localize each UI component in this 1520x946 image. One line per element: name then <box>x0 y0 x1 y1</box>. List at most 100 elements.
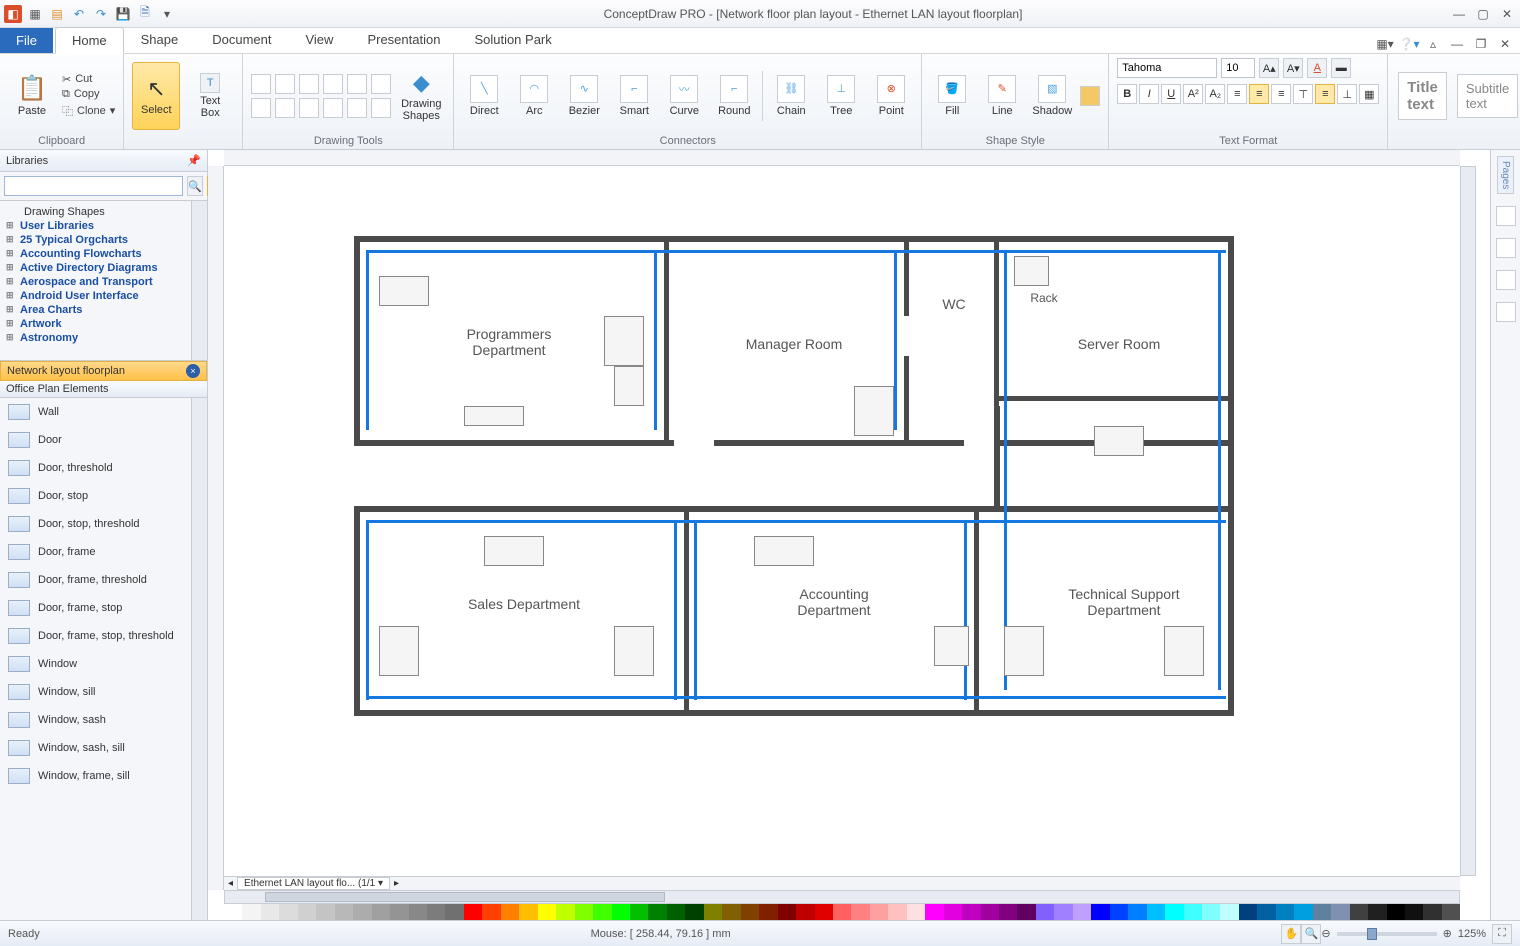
underline-button[interactable]: U <box>1161 84 1181 104</box>
palette-swatch[interactable] <box>372 904 390 920</box>
qat-open-icon[interactable]: ▤ <box>48 5 66 23</box>
room-label[interactable]: Sales Department <box>444 596 604 612</box>
dock-icon[interactable] <box>1496 302 1516 322</box>
palette-swatch[interactable] <box>298 904 316 920</box>
doc-close-icon[interactable]: ✕ <box>1496 35 1514 53</box>
dock-icon[interactable] <box>1496 206 1516 226</box>
stencil-item[interactable]: Door, frame, threshold <box>0 566 207 594</box>
style-title[interactable]: Title text <box>1398 72 1447 120</box>
zoom-level[interactable]: 125% <box>1458 928 1486 940</box>
palette-swatch[interactable] <box>1054 904 1072 920</box>
tree-scrollbar[interactable] <box>191 201 207 360</box>
drawing-shapes-button[interactable]: ◆Drawing Shapes <box>397 62 445 130</box>
palette-swatch[interactable] <box>501 904 519 920</box>
computer-icon[interactable] <box>754 536 814 566</box>
stencil-item[interactable]: Door, threshold <box>0 454 207 482</box>
computer-icon[interactable] <box>379 276 429 306</box>
align-left-button[interactable]: ≡ <box>1227 84 1247 104</box>
palette-swatch[interactable] <box>1294 904 1312 920</box>
connector-smart[interactable]: ⌐Smart <box>612 75 656 117</box>
computer-icon[interactable] <box>1094 426 1144 456</box>
qat-more-icon[interactable]: ▾ <box>158 5 176 23</box>
zoom-slider[interactable]: ⊖ ⊕ 125% ⛶ <box>1321 924 1512 944</box>
help-icon[interactable]: ❔▾ <box>1400 35 1418 53</box>
palette-swatch[interactable] <box>1017 904 1035 920</box>
fill-button[interactable]: 🪣Fill <box>930 75 974 117</box>
palette-swatch[interactable] <box>390 904 408 920</box>
search-icon[interactable]: 🔍 <box>187 176 203 196</box>
doc-maximize-icon[interactable]: ❐ <box>1472 35 1490 53</box>
line-button[interactable]: ✎Line <box>980 75 1024 117</box>
tree-item[interactable]: User Libraries <box>2 219 205 233</box>
palette-swatch[interactable] <box>427 904 445 920</box>
sheet-prev-icon[interactable]: ◂ <box>224 878 237 889</box>
palette-swatch[interactable] <box>1368 904 1386 920</box>
file-tab[interactable]: File <box>0 28 53 53</box>
vertical-ruler[interactable] <box>208 166 224 890</box>
align-right-button[interactable]: ≡ <box>1271 84 1291 104</box>
select-button[interactable]: ↖Select <box>132 62 180 130</box>
align-center-button[interactable]: ≡ <box>1249 84 1269 104</box>
palette-swatch[interactable] <box>409 904 427 920</box>
tab-view[interactable]: View <box>288 26 350 53</box>
computer-icon[interactable] <box>1004 626 1044 676</box>
highlight-icon[interactable]: ▬ <box>1331 58 1351 78</box>
font-family-select[interactable] <box>1117 58 1217 78</box>
printer-icon[interactable] <box>934 626 969 666</box>
stencil-item[interactable]: Door, stop <box>0 482 207 510</box>
pin-icon[interactable]: 📌 <box>187 154 201 167</box>
palette-swatch[interactable] <box>630 904 648 920</box>
palette-swatch[interactable] <box>538 904 556 920</box>
connector-round[interactable]: ⌐Round <box>712 75 756 117</box>
palette-swatch[interactable] <box>722 904 740 920</box>
palette-swatch[interactable] <box>1184 904 1202 920</box>
palette-swatch[interactable] <box>593 904 611 920</box>
computer-icon[interactable] <box>854 386 894 436</box>
palette-swatch[interactable] <box>1036 904 1054 920</box>
tab-home[interactable]: Home <box>55 27 124 54</box>
palette-swatch[interactable] <box>888 904 906 920</box>
maximize-button[interactable]: ▢ <box>1474 5 1492 23</box>
palette-swatch[interactable] <box>612 904 630 920</box>
minimize-button[interactable]: — <box>1450 5 1468 23</box>
connector-arc[interactable]: ◠Arc <box>512 75 556 117</box>
collapse-ribbon-icon[interactable]: ▵ <box>1424 35 1442 53</box>
increase-font-icon[interactable]: A▴ <box>1259 58 1279 78</box>
cut-button[interactable]: ✂Cut <box>62 73 115 86</box>
palette-swatch[interactable] <box>815 904 833 920</box>
palette-swatch[interactable] <box>1147 904 1165 920</box>
palette-swatch[interactable] <box>279 904 297 920</box>
zoom-in-icon[interactable]: ⊕ <box>1443 927 1452 940</box>
connector-tree[interactable]: ⊥Tree <box>819 75 863 117</box>
palette-swatch[interactable] <box>482 904 500 920</box>
room-label[interactable]: WC <box>934 296 974 312</box>
room-label[interactable]: Accounting Department <box>764 586 904 618</box>
room-label[interactable]: Programmers Department <box>434 326 584 358</box>
tree-item[interactable]: Area Charts <box>2 303 205 317</box>
pages-panel-tab[interactable]: Pages <box>1497 156 1514 194</box>
palette-swatch[interactable] <box>335 904 353 920</box>
stencil-item[interactable]: Window <box>0 650 207 678</box>
stencil-scrollbar[interactable] <box>191 398 207 920</box>
decrease-font-icon[interactable]: A▾ <box>1283 58 1303 78</box>
tab-shape[interactable]: Shape <box>124 26 196 53</box>
palette-swatch[interactable] <box>704 904 722 920</box>
palette-swatch[interactable] <box>962 904 980 920</box>
palette-swatch[interactable] <box>999 904 1017 920</box>
library-tab-active[interactable]: Network layout floorplan× <box>0 361 207 381</box>
tree-item[interactable]: Active Directory Diagrams <box>2 261 205 275</box>
connector-point[interactable]: ⊗Point <box>869 75 913 117</box>
connector-bezier[interactable]: ∿Bezier <box>562 75 606 117</box>
tree-item[interactable]: Aerospace and Transport <box>2 275 205 289</box>
computer-icon[interactable] <box>484 536 544 566</box>
bold-button[interactable]: B <box>1117 84 1137 104</box>
computer-icon[interactable] <box>614 626 654 676</box>
palette-swatch[interactable] <box>1128 904 1146 920</box>
library-tree[interactable]: Drawing Shapes User Libraries 25 Typical… <box>0 201 207 361</box>
qat-app-icon[interactable]: ◧ <box>4 5 22 23</box>
palette-swatch[interactable] <box>907 904 925 920</box>
tree-item[interactable]: Astronomy <box>2 331 205 345</box>
italic-button[interactable]: I <box>1139 84 1159 104</box>
computer-icon[interactable] <box>464 406 524 426</box>
palette-swatch[interactable] <box>1405 904 1423 920</box>
